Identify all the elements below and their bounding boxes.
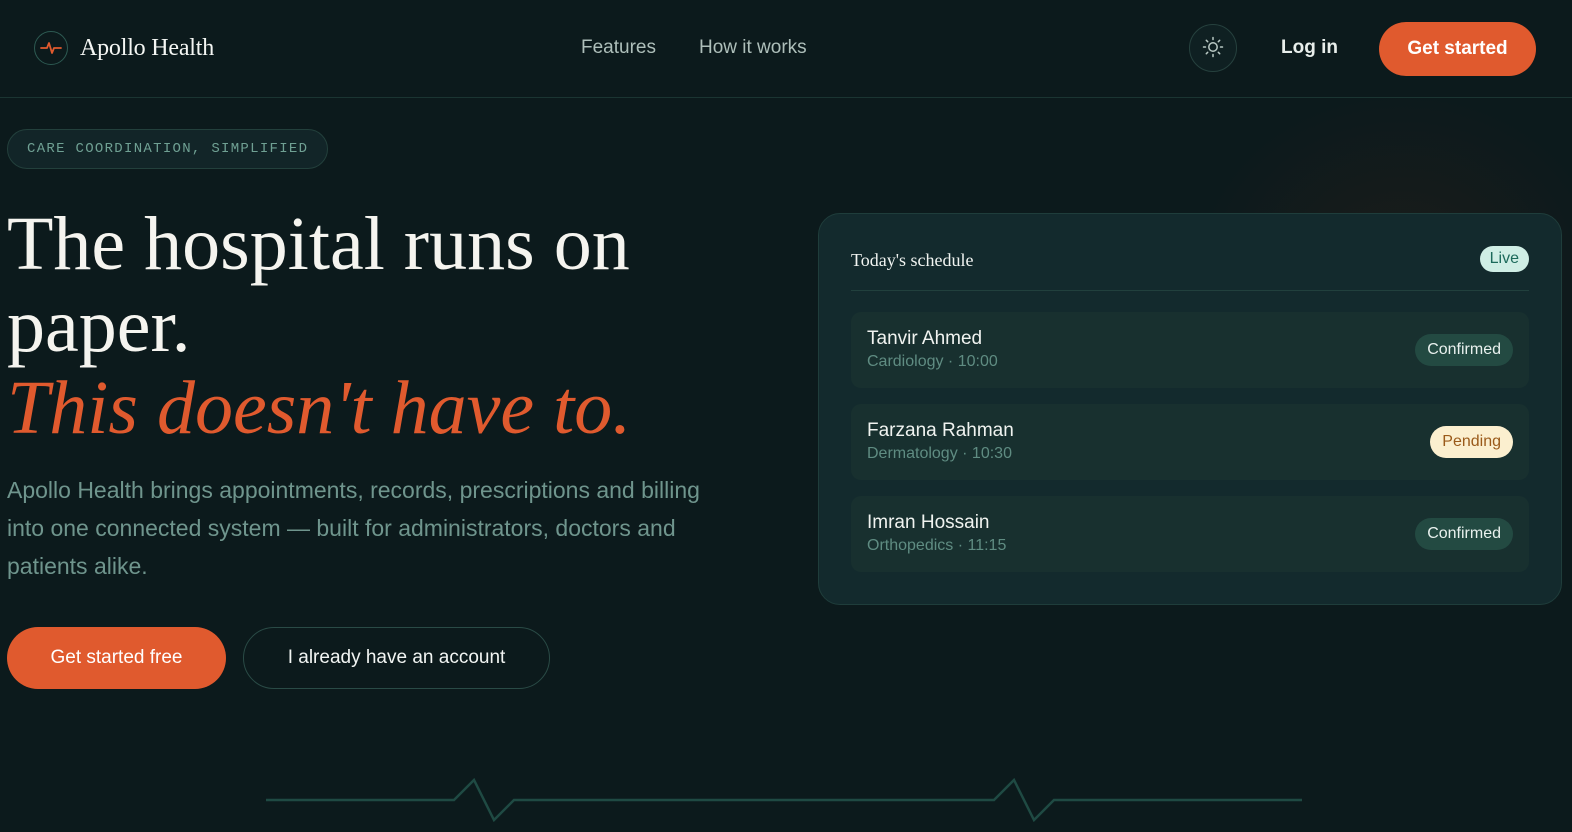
appointment-info: Tanvir Ahmed Cardiology · 10:00	[867, 327, 998, 373]
appointment-info: Imran Hossain Orthopedics · 11:15	[867, 511, 1006, 557]
heartbeat-line-decoration	[266, 778, 1302, 823]
hero-description: Apollo Health brings appointments, recor…	[7, 477, 700, 579]
status-badge: Confirmed	[1415, 518, 1513, 550]
live-badge: Live	[1479, 246, 1529, 272]
get-started-button[interactable]: Get started	[1379, 22, 1536, 76]
get-started-free-button[interactable]: Get started free	[7, 627, 226, 689]
nav-links: Features How it works	[581, 37, 850, 59]
hero-headline: The hospital runs on paper. This doesn't…	[7, 203, 767, 449]
login-link[interactable]: Log in	[1281, 37, 1338, 59]
status-badge: Pending	[1430, 426, 1513, 458]
eyebrow-pill: CARE COORDINATION, SIMPLIFIED	[7, 129, 329, 169]
brand-logo-link[interactable]: Apollo Health	[34, 31, 214, 65]
pulse-icon	[34, 31, 68, 65]
appointment-row[interactable]: Imran Hossain Orthopedics · 11:15 Confir…	[851, 496, 1529, 572]
appointment-detail: Orthopedics · 11:15	[867, 537, 1007, 554]
appointment-row[interactable]: Tanvir Ahmed Cardiology · 10:00 Confirme…	[851, 312, 1529, 388]
existing-account-button[interactable]: I already have an account	[243, 627, 550, 689]
schedule-title: Today's schedule	[851, 250, 974, 270]
brand-name: Apollo Health	[80, 34, 215, 61]
schedule-header: Today's schedule Live	[851, 246, 1529, 291]
patient-name: Farzana Rahman	[867, 420, 1014, 441]
top-nav: Apollo Health Features How it works Log …	[0, 0, 1572, 98]
sun-icon	[1202, 36, 1224, 61]
patient-name: Imran Hossain	[867, 512, 990, 533]
schedule-card: Today's schedule Live Tanvir Ahmed Cardi…	[818, 213, 1562, 605]
appointment-detail: Dermatology · 10:30	[867, 445, 1012, 462]
appointment-row[interactable]: Farzana Rahman Dermatology · 10:30 Pendi…	[851, 404, 1529, 480]
appointment-info: Farzana Rahman Dermatology · 10:30	[867, 419, 1014, 465]
nav-link-how-it-works[interactable]: How it works	[699, 37, 807, 59]
nav-link-features[interactable]: Features	[581, 37, 656, 59]
headline-main: The hospital runs on paper.	[7, 202, 630, 368]
appointment-detail: Cardiology · 10:00	[867, 353, 998, 370]
status-badge: Confirmed	[1415, 334, 1513, 366]
theme-toggle-button[interactable]	[1189, 24, 1237, 72]
headline-accent: This doesn't have to.	[7, 366, 632, 450]
patient-name: Tanvir Ahmed	[867, 328, 983, 349]
